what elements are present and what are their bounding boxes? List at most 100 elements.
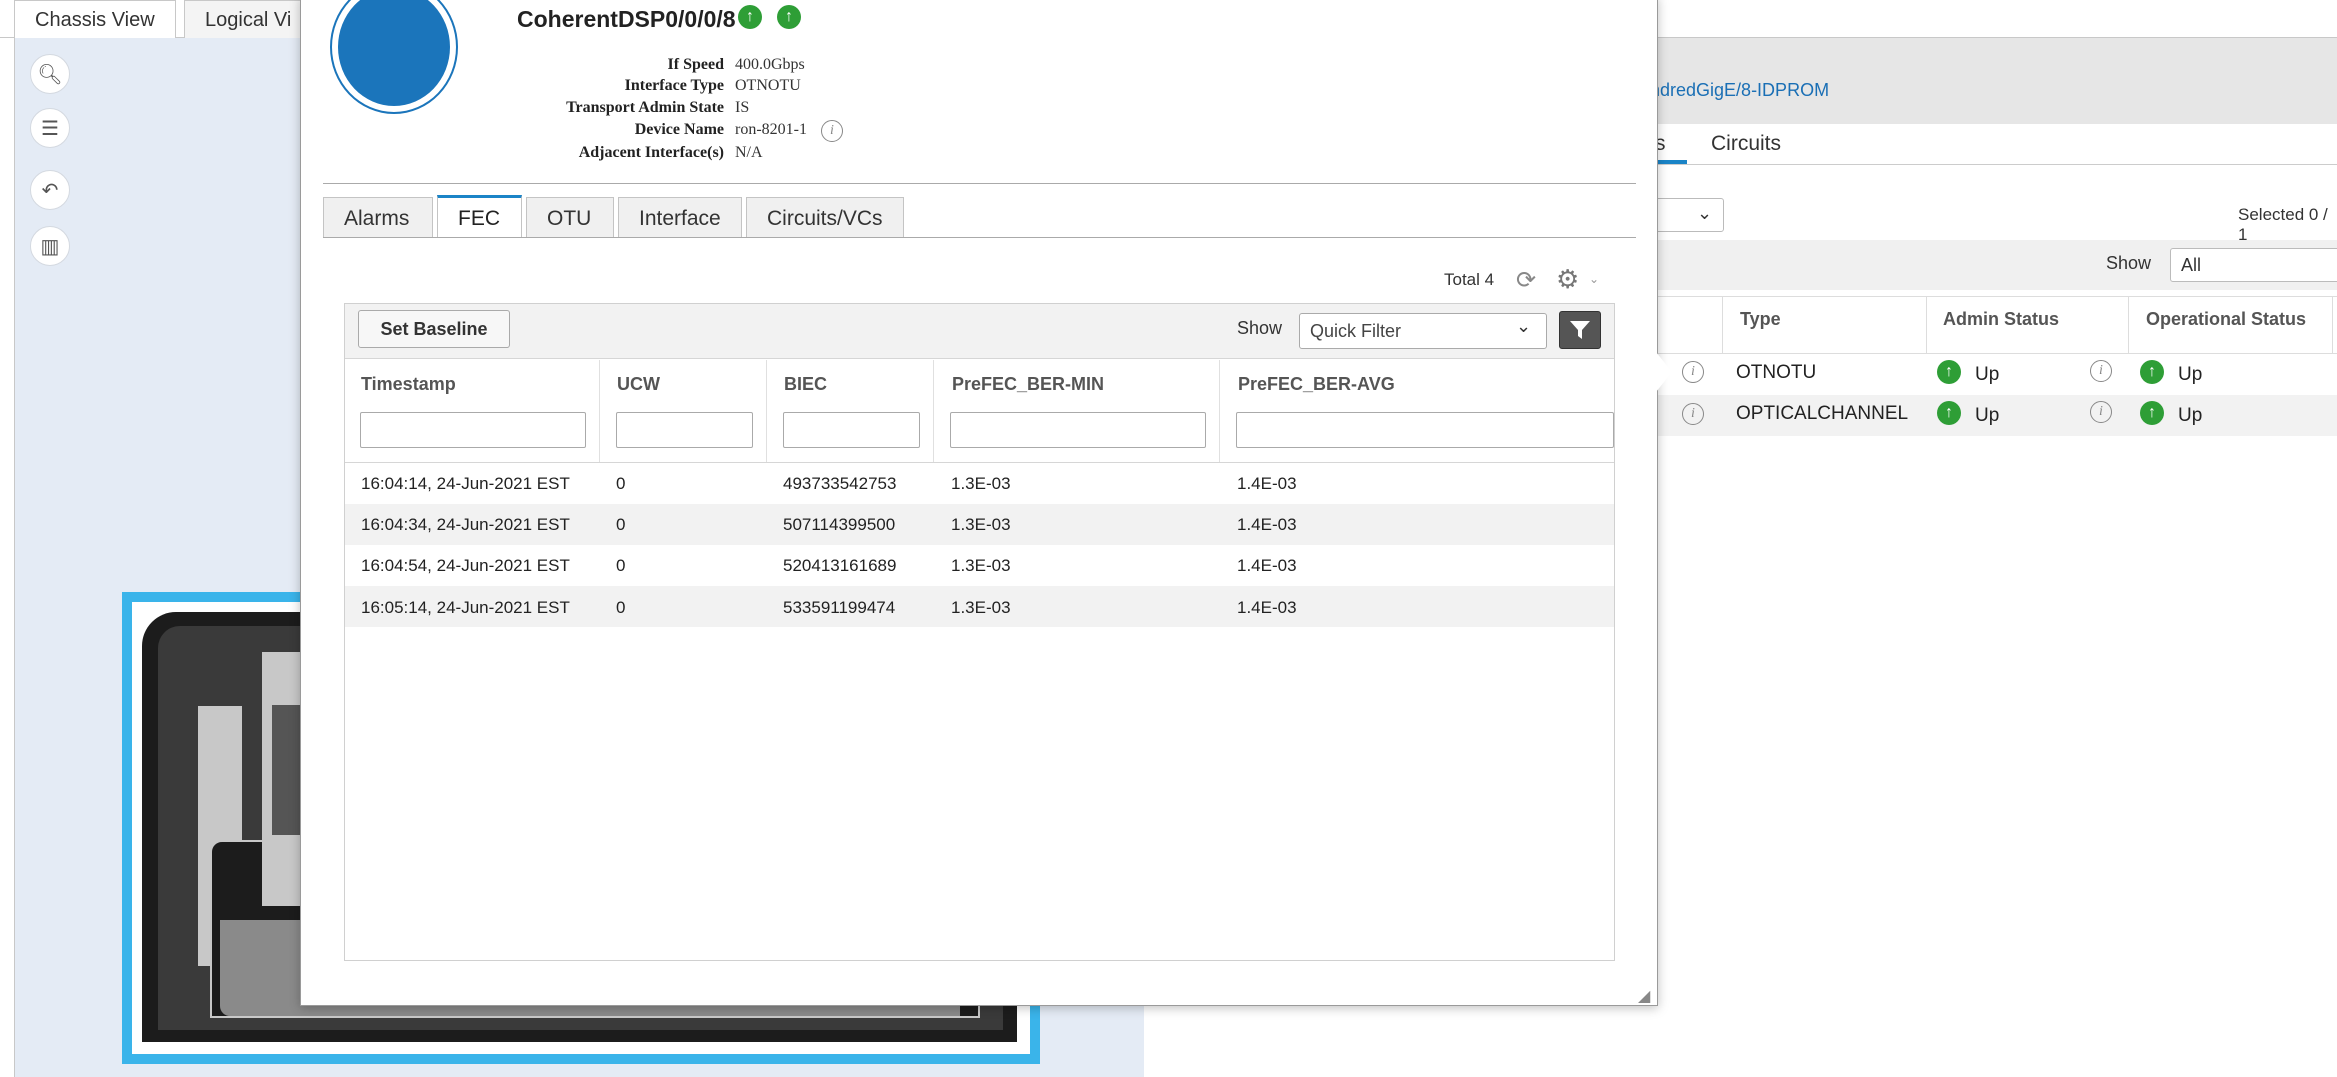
column-divider — [1219, 360, 1220, 462]
info-icon[interactable]: i — [1682, 361, 1704, 383]
column-divider — [1722, 296, 1723, 354]
status-up-icon: ↑ — [1937, 401, 1961, 425]
undo-icon[interactable]: ↶ — [30, 170, 70, 210]
tab-chassis-view[interactable]: Chassis View — [14, 0, 176, 39]
prop-value-adjacent-interfaces: N/A — [735, 144, 763, 161]
status-up-icon: ↑ — [1937, 360, 1961, 384]
column-header-admin-status[interactable]: Admin Status — [1943, 309, 2059, 330]
show-label: Show — [2106, 253, 2152, 273]
tab-alarms[interactable]: Alarms — [323, 197, 433, 238]
tab-circuits[interactable]: Circuits — [1711, 132, 1781, 156]
type-cell: OTNOTU — [1736, 362, 1817, 383]
timestamp-cell: 16:04:54, 24-Jun-2021 EST — [361, 556, 570, 575]
timestamp-filter-input[interactable] — [360, 412, 586, 448]
column-header-operational-status[interactable]: Operational Status — [2146, 309, 2306, 330]
biec-cell: 520413161689 — [783, 556, 897, 575]
info-icon[interactable]: i — [2090, 401, 2112, 423]
ucw-filter-input[interactable] — [616, 412, 753, 448]
prefec-ber-avg-cell: 1.4E-03 — [1237, 515, 1297, 534]
tab-interface[interactable]: Interface — [618, 197, 742, 238]
prop-value-device-name: ron-8201-1 — [735, 121, 807, 138]
tab-fec[interactable]: FEC — [437, 195, 522, 238]
resize-grip-icon[interactable]: ◢ — [1638, 986, 1650, 1006]
prefec-ber-min-cell: 1.3E-03 — [951, 474, 1011, 493]
quick-filter-select[interactable]: Quick Filter — [1299, 313, 1547, 349]
status-up-icon: ↑ — [2140, 360, 2164, 384]
chevron-down-icon: ⌄ — [1516, 316, 1532, 336]
tab-circuits-vcs[interactable]: Circuits/VCs — [746, 197, 904, 238]
prefec-ber-avg-cell: 1.4E-03 — [1237, 598, 1297, 617]
interface-title: CoherentDSP0/0/0/8 — [517, 6, 736, 32]
column-divider — [766, 360, 767, 462]
info-icon[interactable]: i — [1682, 403, 1704, 425]
prefec-ber-min-cell: 1.3E-03 — [951, 598, 1011, 617]
timestamp-cell: 16:04:14, 24-Jun-2021 EST — [361, 474, 570, 493]
zoom-search-icon[interactable]: 🔍︎ — [30, 54, 70, 94]
oper-status-cell: Up — [2178, 364, 2203, 385]
chart-icon[interactable]: ▥ — [30, 226, 70, 266]
column-divider — [933, 360, 934, 462]
status-up-icon: ↑ — [2140, 401, 2164, 425]
prop-label-if-speed: If Speed — [667, 56, 724, 73]
show-label: Show — [1237, 318, 1283, 338]
fec-table — [344, 303, 1615, 961]
biec-cell: 533591199474 — [783, 598, 896, 617]
ucw-cell: 0 — [616, 515, 626, 534]
prop-value-interface-type: OTNOTU — [735, 77, 801, 94]
column-header-type[interactable]: Type — [1740, 309, 1781, 330]
column-header-ucw[interactable]: UCW — [617, 374, 660, 395]
selected-count: Selected 0 / 1 — [2238, 205, 2328, 244]
prefec-ber-avg-filter-input[interactable] — [1236, 412, 1614, 448]
admin-status-cell: Up — [1975, 364, 2000, 385]
type-cell: OPTICALCHANNEL — [1736, 403, 1909, 424]
prop-value-if-speed: 400.0Gbps — [735, 56, 805, 73]
column-header-prefec-ber-avg[interactable]: PreFEC_BER-AVG — [1238, 374, 1395, 395]
chassis-port — [272, 705, 302, 835]
info-icon[interactable]: i — [2090, 360, 2112, 382]
ucw-cell: 0 — [616, 598, 626, 617]
prop-value-transport-admin-state: IS — [735, 99, 750, 116]
tab-otu[interactable]: OTU — [526, 197, 614, 238]
device-info-icon[interactable]: i — [821, 120, 843, 142]
prop-label-adjacent-interfaces: Adjacent Interface(s) — [578, 144, 724, 161]
column-header-biec[interactable]: BIEC — [784, 374, 827, 395]
biec-cell: 507114399500 — [783, 515, 896, 534]
tab-strip-line — [323, 237, 1636, 238]
prefec-ber-avg-cell: 1.4E-03 — [1237, 556, 1297, 575]
column-divider — [1926, 296, 1927, 354]
timestamp-cell: 16:05:14, 24-Jun-2021 EST — [361, 598, 570, 617]
column-header-prefec-ber-min[interactable]: PreFEC_BER-MIN — [952, 374, 1104, 395]
biec-filter-input[interactable] — [783, 412, 920, 448]
timestamp-cell: 16:04:34, 24-Jun-2021 EST — [361, 515, 570, 534]
column-divider — [599, 360, 600, 462]
admin-status-cell: Up — [1975, 405, 2000, 426]
total-count: Total 4 — [1444, 270, 1495, 289]
list-icon[interactable]: ☰ — [30, 108, 70, 148]
ucw-cell: 0 — [616, 556, 626, 575]
chevron-down-icon: ⌄ — [1697, 203, 1713, 223]
column-divider — [2332, 296, 2333, 354]
prop-label-transport-admin-state: Transport Admin State — [566, 99, 724, 116]
prop-label-device-name: Device Name — [634, 121, 724, 138]
refresh-icon[interactable]: ⟳ — [1516, 266, 1536, 295]
idprom-link[interactable]: ndredGigE/8-IDPROM — [1650, 80, 1829, 101]
column-divider — [2128, 296, 2129, 354]
prefec-ber-min-cell: 1.3E-03 — [951, 556, 1011, 575]
show-filter-select[interactable]: All — [2170, 248, 2337, 282]
prop-label-interface-type: Interface Type — [624, 77, 724, 94]
column-header-timestamp[interactable]: Timestamp — [361, 374, 456, 395]
prefec-ber-min-filter-input[interactable] — [950, 412, 1206, 448]
admin-up-icon: ↑ — [738, 5, 762, 29]
prefec-ber-avg-cell: 1.4E-03 — [1237, 474, 1297, 493]
oper-up-icon: ↑ — [777, 5, 801, 29]
gear-icon[interactable]: ⚙ — [1556, 264, 1579, 295]
biec-cell: 493733542753 — [783, 474, 897, 493]
ucw-cell: 0 — [616, 474, 626, 493]
chevron-down-icon[interactable]: ⌄ — [1589, 272, 1599, 286]
filter-icon[interactable] — [1559, 311, 1601, 349]
set-baseline-button[interactable]: Set Baseline — [358, 310, 510, 348]
header-separator — [323, 183, 1636, 184]
popup-pointer — [1656, 352, 1672, 392]
prefec-ber-min-cell: 1.3E-03 — [951, 515, 1011, 534]
oper-status-cell: Up — [2178, 405, 2203, 426]
